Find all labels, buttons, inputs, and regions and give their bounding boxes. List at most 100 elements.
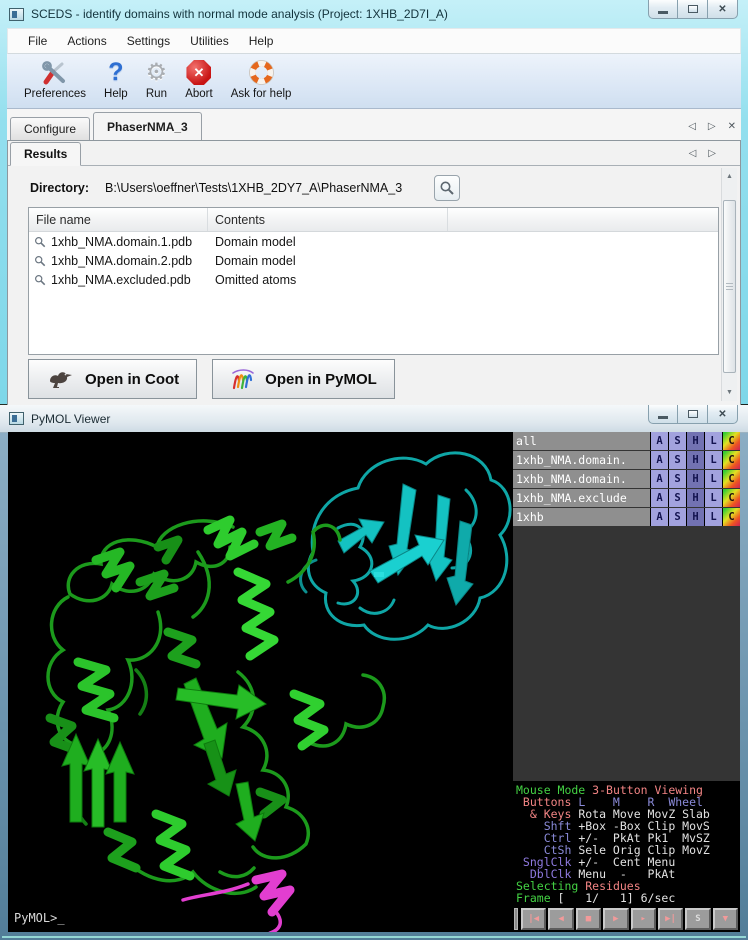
play-button[interactable]: ▶ — [603, 908, 628, 930]
open-in-coot-button[interactable]: Open in Coot — [28, 359, 197, 399]
action-button[interactable]: A — [651, 489, 668, 507]
show-button[interactable]: S — [669, 451, 686, 469]
maximize-button[interactable] — [678, 0, 708, 19]
action-button[interactable]: A — [651, 470, 668, 488]
menu-help[interactable]: Help — [239, 31, 284, 51]
action-button[interactable]: A — [651, 451, 668, 469]
label-button[interactable]: L — [705, 451, 722, 469]
minimize-button[interactable] — [648, 0, 678, 19]
color-button[interactable]: C — [723, 489, 740, 507]
protein-ribbon-rendering — [8, 432, 513, 932]
file-contents: Omitted atoms — [208, 273, 448, 287]
object-name[interactable]: 1xhb_NMA.domain. — [513, 451, 650, 469]
maximize-button[interactable] — [678, 405, 708, 424]
directory-label: Directory: — [30, 181, 89, 195]
label-button[interactable]: L — [705, 508, 722, 526]
menu-settings[interactable]: Settings — [117, 31, 180, 51]
run-label: Run — [146, 88, 167, 100]
scrollbar-thumb[interactable] — [723, 200, 736, 373]
sceds-titlebar[interactable]: SCEDS - identify domains with normal mod… — [0, 0, 748, 28]
show-button[interactable]: S — [669, 489, 686, 507]
table-row[interactable]: 1xhb_NMA.domain.1.pdb Domain model — [29, 232, 718, 251]
step-forward-button[interactable]: ▸ — [631, 908, 656, 930]
scroll-up-icon[interactable]: ▲ — [722, 169, 737, 184]
pymol-command-prompt[interactable]: PyMOL>_ — [14, 911, 65, 925]
run-button[interactable]: ⚙ Run — [137, 56, 177, 101]
magnifier-icon — [34, 236, 51, 248]
label-button[interactable]: L — [705, 470, 722, 488]
file-contents: Domain model — [208, 235, 448, 249]
menu-utilities[interactable]: Utilities — [180, 31, 239, 51]
table-row[interactable]: 1xhb_NMA.domain.2.pdb Domain model — [29, 251, 718, 270]
tab-phasernma3[interactable]: PhaserNMA_3 — [93, 112, 202, 140]
preferences-button[interactable]: Preferences — [15, 56, 95, 101]
search-icon — [439, 180, 455, 196]
maximize-icon — [688, 410, 698, 418]
hide-button[interactable]: H — [687, 489, 704, 507]
minimize-icon — [658, 11, 668, 14]
tab-close-icon[interactable]: ✕ — [728, 121, 736, 132]
tabstrip-controls: ◁ ▷ ✕ — [688, 121, 736, 132]
object-row-domain2: 1xhb_NMA.domain. A S H L C — [513, 470, 740, 488]
column-header-contents[interactable]: Contents — [208, 208, 448, 231]
color-button[interactable]: C — [723, 470, 740, 488]
hide-button[interactable]: H — [687, 432, 704, 450]
show-button[interactable]: S — [669, 432, 686, 450]
menu-actions[interactable]: Actions — [57, 31, 116, 51]
label-button[interactable]: L — [705, 489, 722, 507]
pymol-window-controls: ✕ — [648, 405, 738, 424]
ask-for-help-button[interactable]: Ask for help — [222, 56, 301, 101]
object-name[interactable]: 1xhb — [513, 508, 650, 526]
hide-button[interactable]: H — [687, 451, 704, 469]
scene-button[interactable]: S — [685, 908, 710, 930]
color-button[interactable]: C — [723, 432, 740, 450]
go-to-end-button[interactable]: ▶| — [658, 908, 683, 930]
menu-file[interactable]: File — [18, 31, 57, 51]
results-panel: Results ◁ ▷ Directory: B:\Users\oeffner\… — [7, 140, 741, 406]
color-button[interactable]: C — [723, 508, 740, 526]
close-button[interactable]: ✕ — [708, 405, 738, 424]
open-in-pymol-button[interactable]: Open in PyMOL — [212, 359, 395, 399]
action-button[interactable]: A — [651, 508, 668, 526]
label-button[interactable]: L — [705, 432, 722, 450]
step-back-button[interactable]: ◀ — [548, 908, 573, 930]
scroll-down-icon[interactable]: ▼ — [722, 385, 737, 400]
column-header-filename[interactable]: File name — [29, 208, 208, 231]
tab-results[interactable]: Results — [10, 142, 81, 166]
open-buttons-row: Open in Coot Open in PyMOL — [28, 359, 395, 399]
pymol-titlebar[interactable]: PyMOL Viewer ✕ — [0, 405, 748, 433]
show-button[interactable]: S — [669, 470, 686, 488]
tab-configure[interactable]: Configure — [10, 117, 90, 140]
molecule-viewport[interactable]: PyMOL>_ — [8, 432, 513, 932]
abort-button[interactable]: ✕ Abort — [176, 56, 222, 101]
tools-icon — [41, 57, 69, 88]
magenta-excluded-ribbon — [183, 874, 290, 932]
object-row-excluded: 1xhb_NMA.exclude A S H L C — [513, 489, 740, 507]
object-name[interactable]: 1xhb_NMA.exclude — [513, 489, 650, 507]
help-button[interactable]: ? Help — [95, 56, 137, 101]
table-row[interactable]: 1xhb_NMA.excluded.pdb Omitted atoms — [29, 270, 718, 289]
stop-button[interactable]: ■ — [576, 908, 601, 930]
close-button[interactable]: ✕ — [708, 0, 738, 19]
minimize-button[interactable] — [648, 405, 678, 424]
results-scroll-left-icon[interactable]: ◁ — [689, 148, 697, 159]
action-button[interactable]: A — [651, 432, 668, 450]
panel-menu-button[interactable]: ▼ — [713, 908, 738, 930]
object-name[interactable]: all — [513, 432, 650, 450]
results-file-table: File name Contents 1xhb_NMA.domain.1.pdb… — [28, 207, 719, 355]
tab-scroll-left-icon[interactable]: ◁ — [688, 121, 696, 132]
hide-button[interactable]: H — [687, 470, 704, 488]
results-scrollbar[interactable]: ▲ ▼ — [721, 168, 737, 401]
movie-controls: |◀ ◀ ■ ▶ ▸ ▶| S ▼ — [513, 906, 740, 932]
results-scroll-right-icon[interactable]: ▷ — [708, 148, 716, 159]
table-header: File name Contents — [29, 208, 718, 232]
hide-button[interactable]: H — [687, 508, 704, 526]
color-button[interactable]: C — [723, 451, 740, 469]
browse-directory-button[interactable] — [434, 175, 460, 201]
object-row-all: all A S H L C — [513, 432, 740, 450]
show-button[interactable]: S — [669, 508, 686, 526]
object-name[interactable]: 1xhb_NMA.domain. — [513, 470, 650, 488]
tab-scroll-right-icon[interactable]: ▷ — [708, 121, 716, 132]
go-to-start-button[interactable]: |◀ — [521, 908, 546, 930]
sceds-tabstrip: Configure PhaserNMA_3 ◁ ▷ ✕ — [7, 109, 741, 140]
